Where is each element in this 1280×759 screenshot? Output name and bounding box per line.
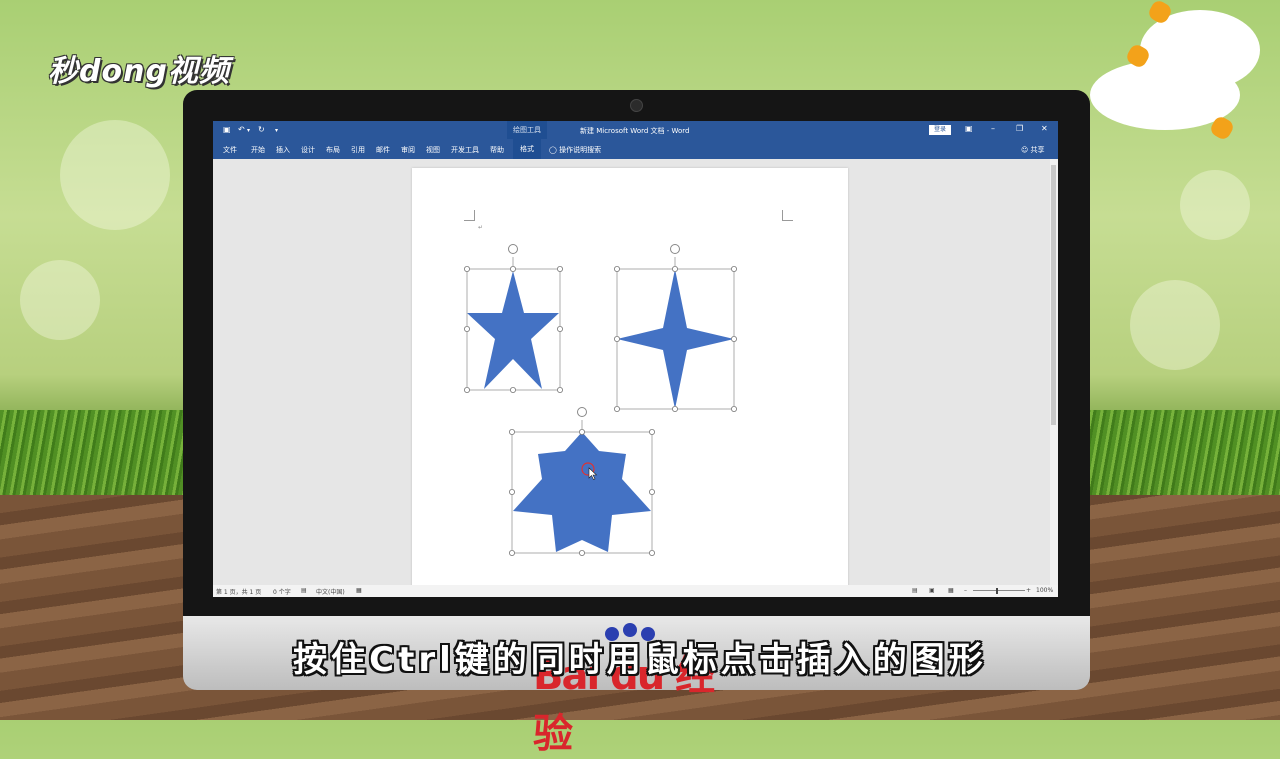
ribbon-tabs: 文件 开始 插入 设计 布局 引用 邮件 审阅 视图 开发工具 帮助 格式 ◯ … (213, 139, 1058, 159)
vertical-scrollbar[interactable] (1050, 159, 1058, 585)
restore-icon[interactable]: ❐ (1016, 124, 1023, 133)
tab-developer[interactable]: 开发工具 (451, 145, 479, 155)
share-button[interactable]: ☺ 共享 (1021, 145, 1045, 155)
window-title: 新建 Microsoft Word 文档 - Word (580, 127, 690, 135)
tell-me-search[interactable]: ◯ 操作说明搜索 (549, 145, 601, 155)
tell-me-label: 操作说明搜索 (559, 146, 602, 154)
ribbon-display-icon[interactable]: ▣ (965, 124, 973, 133)
rotate-handle-icon[interactable] (577, 407, 587, 417)
document-canvas[interactable]: ↵ (213, 159, 1050, 588)
shapes-layer (464, 244, 737, 556)
zoom-slider[interactable] (973, 590, 1025, 591)
login-button[interactable]: 登录 (929, 125, 951, 135)
rotate-handle-icon[interactable] (670, 244, 680, 254)
tab-help[interactable]: 帮助 (490, 145, 504, 155)
four-point-star (617, 269, 734, 409)
undo-icon[interactable]: ↶ (238, 125, 245, 134)
redo-icon[interactable]: ↻ (258, 125, 265, 134)
seven-point-star (513, 432, 651, 552)
scrollbar-thumb[interactable] (1051, 165, 1056, 425)
tab-review[interactable]: 审阅 (401, 145, 415, 155)
read-mode-icon[interactable]: ▤ (912, 587, 918, 594)
brand-logo: 秒dong视频 (48, 54, 230, 89)
webcam-icon (630, 99, 643, 112)
five-point-star (467, 271, 559, 389)
tab-format[interactable]: 格式 (513, 139, 541, 159)
lightbulb-icon: ◯ (549, 146, 557, 154)
tab-design[interactable]: 设计 (301, 145, 315, 155)
document-page[interactable]: ↵ (412, 168, 848, 588)
customize-toolbar-icon[interactable]: ▾ (275, 127, 278, 134)
status-word-count[interactable]: 0 个字 (273, 587, 291, 596)
zoom-out-icon[interactable]: – (964, 587, 967, 594)
rotate-handle-icon[interactable] (508, 244, 518, 254)
tab-file[interactable]: 文件 (223, 145, 237, 155)
background-bokeh (20, 260, 100, 340)
background-bokeh (1180, 170, 1250, 240)
minimize-icon[interactable]: – (991, 124, 995, 133)
tab-insert[interactable]: 插入 (276, 145, 290, 155)
web-layout-icon[interactable]: ▦ (948, 587, 954, 594)
status-zoom-level[interactable]: 100% (1036, 587, 1053, 594)
five-point-star-shape[interactable] (464, 244, 563, 393)
four-point-star-shape[interactable] (613, 244, 737, 412)
save-icon[interactable]: ▣ (223, 125, 231, 134)
word-window: ▣ ↶ ▾ ↻ ▾ 绘图工具 新建 Microsoft Word 文档 - Wo… (213, 121, 1058, 597)
chevron-down-icon[interactable]: ▾ (247, 127, 250, 134)
tab-view[interactable]: 视图 (426, 145, 440, 155)
tab-home[interactable]: 开始 (251, 145, 265, 155)
background-bokeh (60, 120, 170, 230)
close-icon[interactable]: ✕ (1041, 124, 1048, 133)
proofing-icon[interactable]: ▤ (301, 587, 307, 594)
tab-mailings[interactable]: 邮件 (376, 145, 390, 155)
seven-point-star-shape[interactable] (509, 407, 655, 556)
background-bokeh (1130, 280, 1220, 370)
status-bar: 第 1 页，共 1 页 0 个字 ▤ 中文(中国) ▦ ▤ ▣ ▦ – + 10… (213, 585, 1058, 597)
context-tab-group: 绘图工具 (507, 121, 547, 139)
zoom-slider-thumb[interactable] (996, 588, 998, 594)
subtitle-caption: 按住Ctrl键的同时用鼠标点击插入的图形 (293, 640, 987, 680)
monitor: Bai du 经验 ▣ ↶ ▾ ↻ ▾ 绘图工具 新建 Microsoft Wo… (183, 90, 1090, 757)
status-language[interactable]: 中文(中国) (316, 587, 345, 596)
share-label: 共享 (1030, 146, 1045, 154)
status-page-count[interactable]: 第 1 页，共 1 页 (216, 587, 261, 596)
macro-icon[interactable]: ▦ (356, 587, 362, 594)
zoom-in-icon[interactable]: + (1026, 587, 1031, 594)
title-bar: ▣ ↶ ▾ ↻ ▾ 绘图工具 新建 Microsoft Word 文档 - Wo… (213, 121, 1058, 139)
tab-layout[interactable]: 布局 (326, 145, 340, 155)
tab-references[interactable]: 引用 (351, 145, 365, 155)
print-layout-icon[interactable]: ▣ (929, 587, 935, 594)
person-icon: ☺ (1021, 146, 1029, 154)
